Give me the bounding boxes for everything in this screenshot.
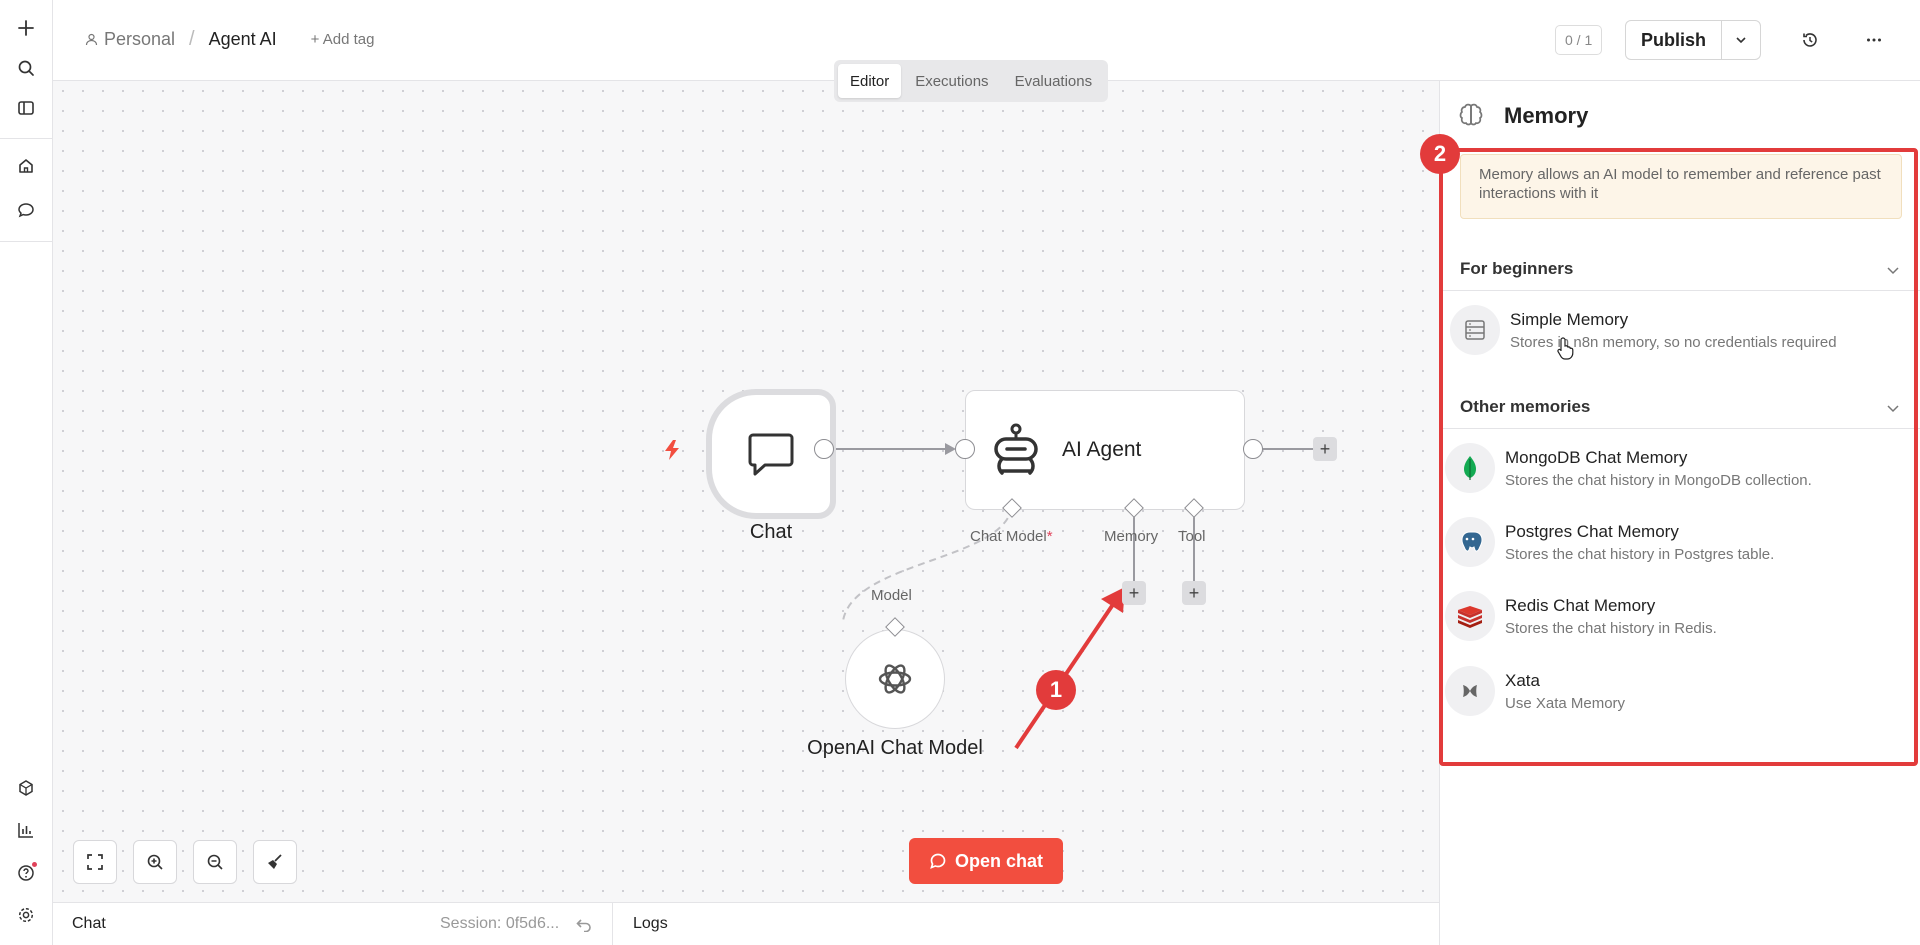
view-tabs: Editor Executions Evaluations <box>834 60 1109 102</box>
version-counter: 0 / 1 <box>1555 25 1603 55</box>
logs-tab[interactable]: Logs <box>633 915 668 933</box>
zoom-in-button[interactable] <box>133 840 177 884</box>
item-title: Simple Memory <box>1510 309 1629 329</box>
postgres-icon <box>1445 517 1495 567</box>
publish-button-group: Publish <box>1625 20 1762 60</box>
insights-icon[interactable] <box>10 814 42 846</box>
ai-agent-node[interactable]: AI Agent <box>965 390 1245 510</box>
breadcrumb: Personal / Agent AI + Add tag <box>85 28 374 51</box>
broom-icon <box>268 854 282 869</box>
openai-node-label: OpenAI Chat Model <box>807 737 983 759</box>
breadcrumb-personal-label: Personal <box>104 29 176 49</box>
breadcrumb-personal[interactable]: Personal <box>85 29 175 50</box>
item-description: Stores the chat history in Postgres tabl… <box>1505 545 1775 563</box>
add-next-node-button[interactable]: + <box>1313 437 1337 461</box>
list-item-xata[interactable]: Xata Use Xata Memory <box>1445 655 1915 727</box>
chat-bubble-icon <box>930 853 946 869</box>
ai-agent-output-port[interactable] <box>1243 439 1263 459</box>
chat-model-connector-label: Chat Model* <box>970 528 1053 545</box>
user-icon <box>85 33 98 46</box>
add-tag-button[interactable]: + Add tag <box>311 31 375 48</box>
chat-model-label-text: Chat Model <box>970 528 1047 545</box>
chat-node-label: Chat <box>749 521 793 543</box>
breadcrumb-separator: / <box>189 28 195 50</box>
session-id: Session: 0f5d6... <box>440 915 560 932</box>
hand-cursor-icon <box>1557 337 1574 360</box>
brain-icon <box>1459 103 1483 126</box>
item-title: Xata <box>1505 670 1540 690</box>
openai-icon <box>878 664 912 694</box>
item-description: Stores the chat history in Redis. <box>1505 619 1717 637</box>
item-description: Use Xata Memory <box>1505 694 1626 712</box>
add-tool-button[interactable]: + <box>1182 581 1206 605</box>
history-icon[interactable] <box>1794 24 1826 56</box>
required-mark: * <box>1046 528 1053 545</box>
chevron-down-icon <box>1736 37 1746 44</box>
item-title: Postgres Chat Memory <box>1505 521 1679 541</box>
settings-icon[interactable] <box>10 899 42 931</box>
node-creator-panel: Memory Memory allows an AI model to reme… <box>1439 81 1920 945</box>
ai-agent-title: AI Agent <box>1062 438 1142 461</box>
chat-output-port[interactable] <box>814 439 834 459</box>
open-chat-button[interactable]: Open chat <box>909 838 1063 884</box>
memory-info-callout: Memory allows an AI model to remember an… <box>1460 154 1902 219</box>
publish-button[interactable]: Publish <box>1626 21 1723 59</box>
xata-icon <box>1445 666 1495 716</box>
add-icon[interactable] <box>10 12 42 44</box>
bottom-panel: Chat Session: 0f5d6... Logs <box>53 902 1439 945</box>
tidy-up-button[interactable] <box>253 840 297 884</box>
search-icon[interactable] <box>10 52 42 84</box>
chat-icon[interactable] <box>10 194 42 226</box>
section-for-beginners[interactable]: For beginners <box>1460 259 1573 279</box>
workflow-name[interactable]: Agent AI <box>209 29 277 50</box>
tab-editor[interactable]: Editor <box>838 64 902 98</box>
ai-agent-input-port[interactable] <box>955 439 975 459</box>
tab-executions[interactable]: Executions <box>903 64 1000 98</box>
trigger-bolt-icon <box>665 440 679 460</box>
bottom-chat-tab[interactable]: Chat <box>72 915 106 933</box>
chevron-down-icon[interactable] <box>1886 401 1900 415</box>
templates-icon[interactable] <box>10 772 42 804</box>
mongodb-icon <box>1445 443 1495 493</box>
item-description: Stores the chat history in MongoDB colle… <box>1505 471 1812 489</box>
tab-evaluations[interactable]: Evaluations <box>1003 64 1105 98</box>
memory-connector-label: Memory <box>1104 528 1159 545</box>
chevron-down-icon[interactable] <box>1886 263 1900 277</box>
section-other-memories[interactable]: Other memories <box>1460 397 1590 417</box>
publish-dropdown-button[interactable] <box>1722 21 1760 59</box>
panel-title: Memory <box>1504 103 1589 128</box>
list-item-redis-memory[interactable]: Redis Chat Memory Stores the chat histor… <box>1445 580 1915 652</box>
redis-icon <box>1445 591 1495 641</box>
model-connector-label: Model <box>871 587 912 604</box>
home-icon[interactable] <box>10 150 42 182</box>
robot-icon <box>994 423 1038 475</box>
item-title: Redis Chat Memory <box>1505 595 1656 615</box>
notification-dot <box>32 862 37 867</box>
zoom-out-icon <box>207 854 223 870</box>
workflow-canvas[interactable]: Chat AI Agent + Chat Model* Memory Tool … <box>53 81 1439 902</box>
zoom-in-icon <box>147 854 163 870</box>
annotation-badge-1: 1 <box>1036 670 1076 710</box>
list-item-mongodb-memory[interactable]: MongoDB Chat Memory Stores the chat hist… <box>1445 432 1915 504</box>
openai-chat-model-node[interactable] <box>845 629 945 729</box>
open-chat-label: Open chat <box>954 850 1043 871</box>
annotation-badge-2: 2 <box>1420 134 1460 174</box>
list-item-simple-memory[interactable]: Simple Memory Stores in n8n memory, so n… <box>1450 294 1920 366</box>
reset-session-icon[interactable] <box>576 918 592 932</box>
sidebar-toggle-icon[interactable] <box>10 92 42 124</box>
item-title: MongoDB Chat Memory <box>1505 447 1688 467</box>
more-options-icon[interactable] <box>1858 24 1890 56</box>
left-sidebar <box>0 0 53 945</box>
add-memory-button[interactable]: + <box>1122 581 1146 605</box>
help-icon[interactable] <box>10 857 42 889</box>
database-icon <box>1450 305 1500 355</box>
fit-view-button[interactable] <box>73 840 117 884</box>
list-item-postgres-memory[interactable]: Postgres Chat Memory Stores the chat his… <box>1445 506 1915 578</box>
zoom-out-button[interactable] <box>193 840 237 884</box>
tool-connector-label: Tool <box>1178 528 1206 545</box>
message-square-icon <box>748 433 794 476</box>
fullscreen-icon <box>87 854 103 870</box>
